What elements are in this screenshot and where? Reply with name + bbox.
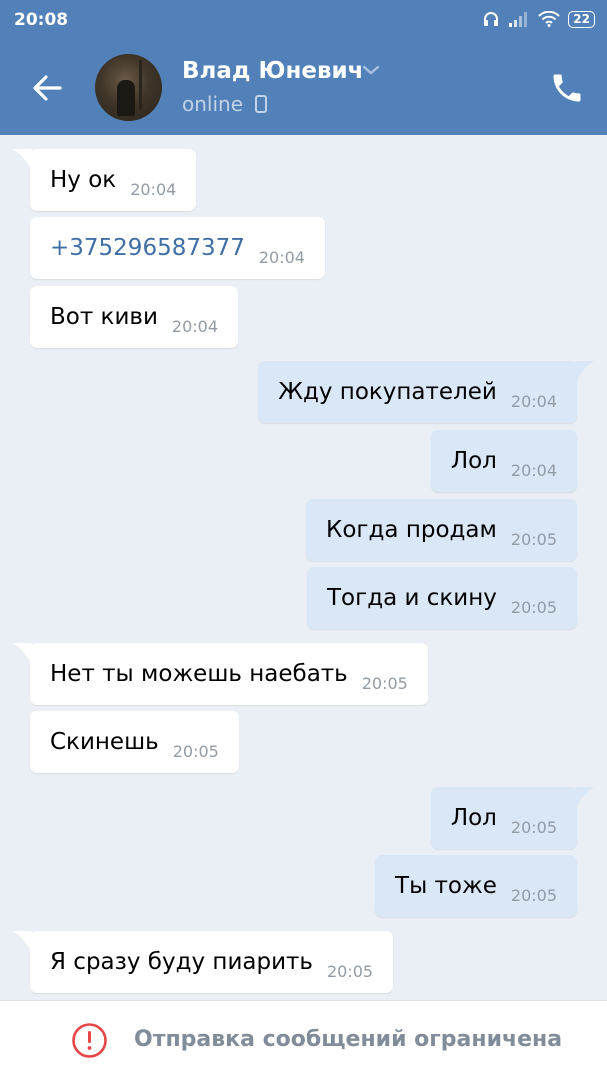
message-time: 20:05 [510, 817, 557, 837]
status-bar: 20:08 22 [0, 0, 607, 40]
message-incoming[interactable]: Скинешь 20:05 [30, 711, 239, 773]
headphones-icon [484, 12, 499, 26]
avatar-figure [117, 80, 135, 116]
back-arrow-icon[interactable] [26, 70, 70, 106]
contact-status: online [182, 92, 268, 116]
status-time: 20:08 [14, 10, 69, 30]
message-text: Ну ок [50, 167, 117, 193]
message-time: 20:05 [361, 673, 408, 693]
restricted-footer: Отправка сообщений ограничена [0, 1000, 607, 1081]
message-outgoing[interactable]: Лол 20:05 [430, 787, 595, 849]
message-text: Лол [450, 448, 497, 474]
contact-name[interactable]: Влад Юневич [182, 58, 363, 84]
message-text: Скинешь [50, 729, 159, 755]
message-incoming[interactable]: Ну ок 20:04 [12, 149, 197, 211]
message-text: Тогда и скину [326, 585, 497, 611]
status-text: online [182, 92, 244, 116]
message-text: Нет ты можешь наебать [50, 661, 348, 687]
message-incoming[interactable]: Вот киви 20:04 [30, 286, 239, 348]
message-time: 20:04 [130, 179, 177, 199]
bubble-tail [12, 931, 32, 953]
message-text: Я сразу буду пиарить [50, 949, 313, 975]
bubble-tail [575, 787, 595, 809]
bubble-tail [12, 149, 32, 171]
message-list[interactable]: Ну ок 20:04 +375296587377 20:04 Вот киви… [0, 135, 607, 1000]
message-time: 20:04 [171, 316, 219, 336]
message-outgoing[interactable]: Жду покупателей 20:04 [258, 361, 595, 423]
message-time: 20:04 [510, 391, 557, 411]
message-text: Ты тоже [395, 873, 497, 899]
message-time: 20:05 [510, 597, 557, 617]
message-time: 20:05 [326, 961, 374, 981]
message-time: 20:05 [172, 741, 219, 761]
message-incoming[interactable]: Я сразу буду пиарить 20:05 [12, 931, 394, 993]
warning-icon [72, 1023, 107, 1058]
message-time: 20:05 [510, 885, 557, 905]
mobile-icon [255, 95, 268, 113]
message-outgoing[interactable]: Ты тоже 20:05 [375, 855, 577, 917]
message-outgoing[interactable]: Когда продам 20:05 [306, 499, 577, 561]
message-time: 20:05 [510, 529, 557, 549]
message-outgoing[interactable]: Лол 20:04 [430, 430, 577, 492]
avatar-tree [139, 60, 142, 110]
message-outgoing[interactable]: Тогда и скину 20:05 [306, 567, 577, 629]
messaging-restricted-notice: Отправка сообщений ограничена [134, 1027, 563, 1052]
wifi-icon [538, 11, 561, 27]
avatar[interactable] [95, 54, 162, 121]
phone-icon[interactable] [549, 70, 585, 106]
battery-icon: 22 [568, 10, 595, 28]
message-text: Лол [450, 805, 497, 831]
message-time: 20:04 [258, 247, 305, 267]
chat-header: Влад Юневич online [0, 40, 607, 135]
message-time: 20:04 [510, 460, 557, 480]
message-text: Жду покупателей [278, 379, 497, 405]
message-incoming[interactable]: +375296587377 20:04 [30, 217, 325, 279]
signal-icon [509, 12, 528, 27]
chevron-down-icon[interactable] [362, 64, 380, 76]
status-icons: 22 [482, 10, 595, 28]
phone-number-link[interactable]: +375296587377 [50, 235, 245, 261]
bubble-tail [575, 361, 595, 383]
message-incoming[interactable]: Нет ты можешь наебать 20:05 [12, 643, 428, 705]
bubble-tail [12, 643, 32, 665]
message-text: Когда продам [326, 517, 497, 543]
message-text: Вот киви [50, 304, 158, 330]
